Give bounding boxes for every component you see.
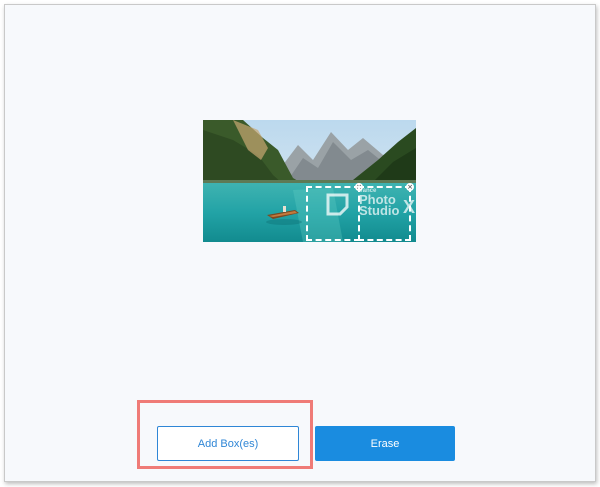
erase-button[interactable]: Erase [315, 426, 455, 461]
add-boxes-button[interactable]: Add Box(es) [157, 426, 299, 461]
image-preview[interactable]: Vance Photo Studio X × × [203, 120, 416, 242]
selection-box[interactable]: × [306, 183, 363, 241]
selection-box[interactable]: × [358, 183, 414, 241]
close-icon[interactable]: × [406, 183, 414, 191]
